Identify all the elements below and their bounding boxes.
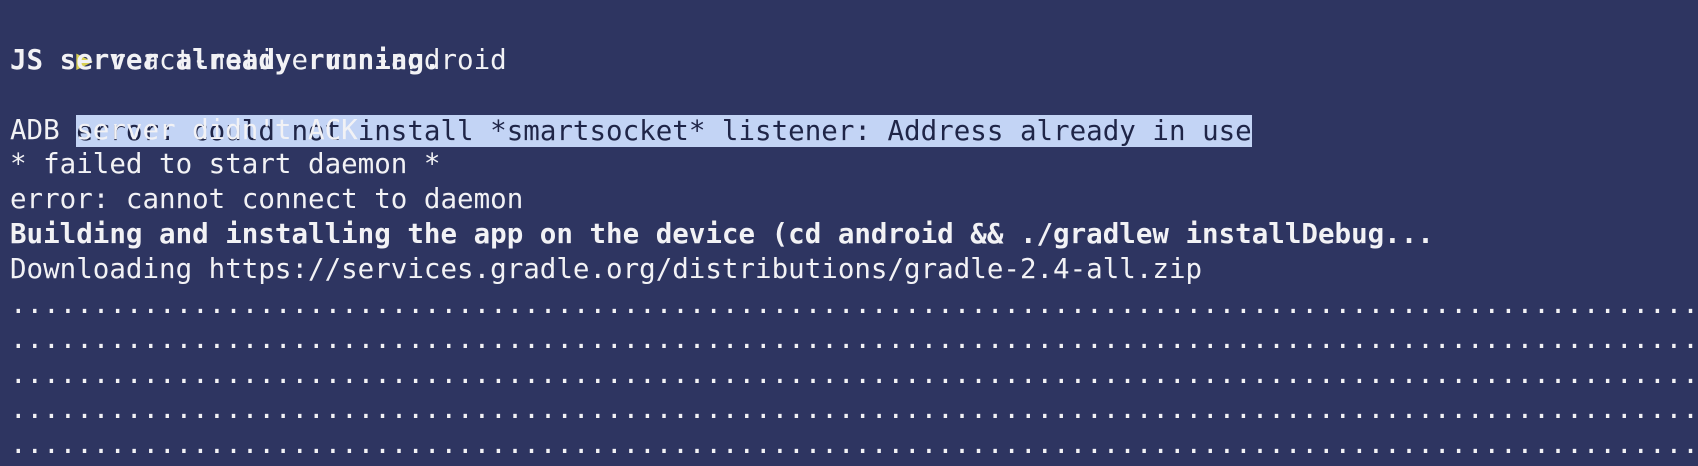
prompt-line: ▶ react-native run-android xyxy=(10,6,506,76)
progress-dots-line: ........................................… xyxy=(10,428,1698,460)
output-line-smartsocket-error[interactable]: error: could not install *smartsocket* l… xyxy=(10,77,1252,147)
progress-dots-line: ........................................… xyxy=(10,393,1698,425)
terminal-window[interactable]: ▶ react-native run-android JS server alr… xyxy=(0,0,1698,466)
output-line-downloading: Downloading https://services.gradle.org/… xyxy=(10,253,1203,285)
output-line-connect-daemon: error: cannot connect to daemon xyxy=(10,183,524,215)
progress-dots-line: ........................................… xyxy=(10,323,1698,355)
progress-dots-line: ........................................… xyxy=(10,358,1698,390)
output-line-js-server: JS server already running. xyxy=(10,44,441,76)
output-line-building: Building and installing the app on the d… xyxy=(10,218,1434,250)
output-line-failed-daemon: * failed to start daemon * xyxy=(10,148,441,180)
output-line-adb-ack: ADB server didn't ACK xyxy=(10,114,358,146)
progress-dots-line: ........................................… xyxy=(10,288,1698,320)
